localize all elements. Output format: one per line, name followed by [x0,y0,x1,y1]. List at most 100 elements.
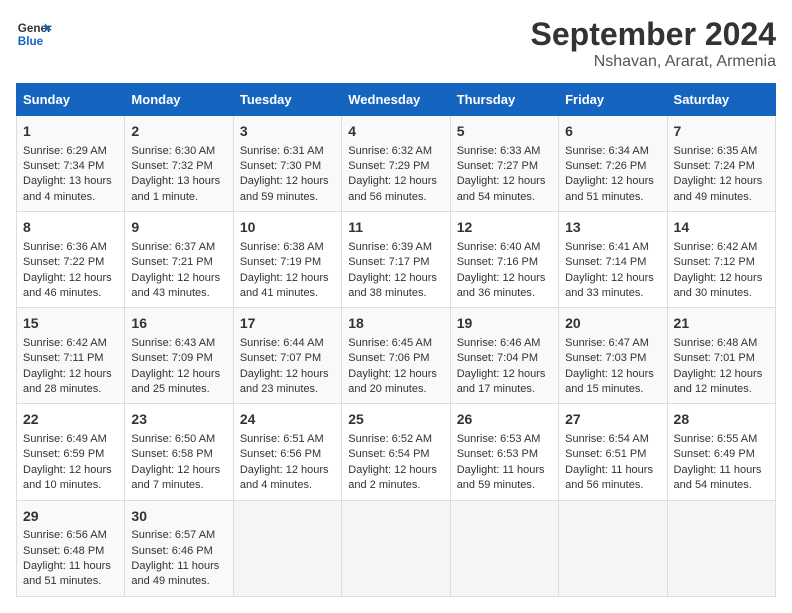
calendar-cell: 4Sunrise: 6:32 AMSunset: 7:29 PMDaylight… [342,116,450,212]
sunrise-text: Sunrise: 6:36 AM [23,240,118,255]
logo-icon: General Blue [16,16,52,52]
calendar-cell: 6Sunrise: 6:34 AMSunset: 7:26 PMDaylight… [559,116,667,212]
sunrise-text: Sunrise: 6:56 AM [23,528,118,543]
daylight-text: Daylight: 12 hours and 23 minutes. [240,367,335,398]
calendar-subtitle: Nshavan, Ararat, Armenia [531,53,776,71]
sunrise-text: Sunrise: 6:41 AM [565,240,660,255]
calendar-title: September 2024 [531,16,776,53]
daylight-text: Daylight: 12 hours and 38 minutes. [348,271,443,302]
day-number: 20 [565,314,660,334]
daylight-text: Daylight: 12 hours and 59 minutes. [240,174,335,205]
day-number: 16 [131,314,226,334]
header-day-sunday: Sunday [17,84,125,116]
calendar-cell: 8Sunrise: 6:36 AMSunset: 7:22 PMDaylight… [17,212,125,308]
day-number: 29 [23,507,118,527]
sunset-text: Sunset: 7:24 PM [674,159,769,174]
day-number: 21 [674,314,769,334]
daylight-text: Daylight: 11 hours and 51 minutes. [23,559,118,590]
page-header: General Blue September 2024 Nshavan, Ara… [16,16,776,71]
header-day-tuesday: Tuesday [233,84,341,116]
daylight-text: Daylight: 12 hours and 28 minutes. [23,367,118,398]
day-number: 10 [240,218,335,238]
daylight-text: Daylight: 12 hours and 12 minutes. [674,367,769,398]
daylight-text: Daylight: 12 hours and 30 minutes. [674,271,769,302]
calendar-cell: 21 Sunrise: 6:48 AMSunset: 7:01 PMDayligh… [667,308,775,404]
header-day-thursday: Thursday [450,84,558,116]
day-number: 27 [565,410,660,430]
sunrise-text: Sunrise: 6:45 AM [348,336,443,351]
calendar-cell: 20Sunrise: 6:47 AMSunset: 7:03 PMDayligh… [559,308,667,404]
header-day-monday: Monday [125,84,233,116]
sunset-text: Sunset: 7:07 PM [240,351,335,366]
daylight-text: Daylight: 12 hours and 56 minutes. [348,174,443,205]
calendar-cell: 17Sunrise: 6:44 AMSunset: 7:07 PMDayligh… [233,308,341,404]
calendar-cell [450,500,558,596]
day-number: 14 [674,218,769,238]
daylight-text: Daylight: 12 hours and 4 minutes. [240,463,335,494]
sunset-text: Sunset: 6:46 PM [131,544,226,559]
sunset-text: Sunset: 6:49 PM [674,447,769,462]
sunset-text: Sunset: 6:48 PM [23,544,118,559]
sunrise-text: Sunrise: 6:32 AM [348,144,443,159]
daylight-text: Daylight: 12 hours and 41 minutes. [240,271,335,302]
day-number: 23 [131,410,226,430]
daylight-text: Daylight: 12 hours and 25 minutes. [131,367,226,398]
sunset-text: Sunset: 7:09 PM [131,351,226,366]
sunset-text: Sunset: 6:54 PM [348,447,443,462]
sunset-text: Sunset: 6:58 PM [131,447,226,462]
sunset-text: Sunset: 7:32 PM [131,159,226,174]
sunrise-text: Sunrise: 6:39 AM [348,240,443,255]
calendar-cell: 3Sunrise: 6:31 AMSunset: 7:30 PMDaylight… [233,116,341,212]
calendar-cell: 12Sunrise: 6:40 AMSunset: 7:16 PMDayligh… [450,212,558,308]
calendar-week-row: 29Sunrise: 6:56 AMSunset: 6:48 PMDayligh… [17,500,776,596]
calendar-week-row: 15Sunrise: 6:42 AMSunset: 7:11 PMDayligh… [17,308,776,404]
calendar-week-row: 1Sunrise: 6:29 AMSunset: 7:34 PMDaylight… [17,116,776,212]
daylight-text: Daylight: 12 hours and 17 minutes. [457,367,552,398]
day-number: 30 [131,507,226,527]
daylight-text: Daylight: 12 hours and 7 minutes. [131,463,226,494]
day-number: 4 [348,122,443,142]
day-number: 1 [23,122,118,142]
sunset-text: Sunset: 7:22 PM [23,255,118,270]
calendar-cell [559,500,667,596]
sunrise-text: Sunrise: 6:57 AM [131,528,226,543]
calendar-cell: 23Sunrise: 6:50 AMSunset: 6:58 PMDayligh… [125,404,233,500]
header-day-saturday: Saturday [667,84,775,116]
calendar-cell: 7Sunrise: 6:35 AMSunset: 7:24 PMDaylight… [667,116,775,212]
sunset-text: Sunset: 7:34 PM [23,159,118,174]
sunrise-text: Sunrise: 6:48 AM [674,336,769,351]
sunrise-text: Sunrise: 6:54 AM [565,432,660,447]
daylight-text: Daylight: 12 hours and 15 minutes. [565,367,660,398]
svg-text:Blue: Blue [18,35,44,48]
sunrise-text: Sunrise: 6:29 AM [23,144,118,159]
header-day-wednesday: Wednesday [342,84,450,116]
calendar-table: SundayMondayTuesdayWednesdayThursdayFrid… [16,83,776,597]
sunset-text: Sunset: 7:01 PM [674,351,769,366]
daylight-text: Daylight: 12 hours and 10 minutes. [23,463,118,494]
day-number: 25 [348,410,443,430]
sunset-text: Sunset: 6:59 PM [23,447,118,462]
day-number: 28 [674,410,769,430]
daylight-text: Daylight: 12 hours and 20 minutes. [348,367,443,398]
sunrise-text: Sunrise: 6:40 AM [457,240,552,255]
calendar-cell: 26Sunrise: 6:53 AMSunset: 6:53 PMDayligh… [450,404,558,500]
day-number: 18 [348,314,443,334]
sunset-text: Sunset: 7:27 PM [457,159,552,174]
sunset-text: Sunset: 7:16 PM [457,255,552,270]
sunrise-text: Sunrise: 6:51 AM [240,432,335,447]
sunrise-text: Sunrise: 6:42 AM [23,336,118,351]
day-number: 24 [240,410,335,430]
sunset-text: Sunset: 7:17 PM [348,255,443,270]
day-number: 12 [457,218,552,238]
calendar-week-row: 8Sunrise: 6:36 AMSunset: 7:22 PMDaylight… [17,212,776,308]
sunrise-text: Sunrise: 6:37 AM [131,240,226,255]
calendar-cell: 2Sunrise: 6:30 AMSunset: 7:32 PMDaylight… [125,116,233,212]
calendar-cell: 14Sunrise: 6:42 AMSunset: 7:12 PMDayligh… [667,212,775,308]
daylight-text: Daylight: 11 hours and 54 minutes. [674,463,769,494]
sunset-text: Sunset: 7:04 PM [457,351,552,366]
sunset-text: Sunset: 7:11 PM [23,351,118,366]
day-number: 13 [565,218,660,238]
calendar-cell: 10Sunrise: 6:38 AMSunset: 7:19 PMDayligh… [233,212,341,308]
daylight-text: Daylight: 13 hours and 4 minutes. [23,174,118,205]
sunrise-text: Sunrise: 6:47 AM [565,336,660,351]
